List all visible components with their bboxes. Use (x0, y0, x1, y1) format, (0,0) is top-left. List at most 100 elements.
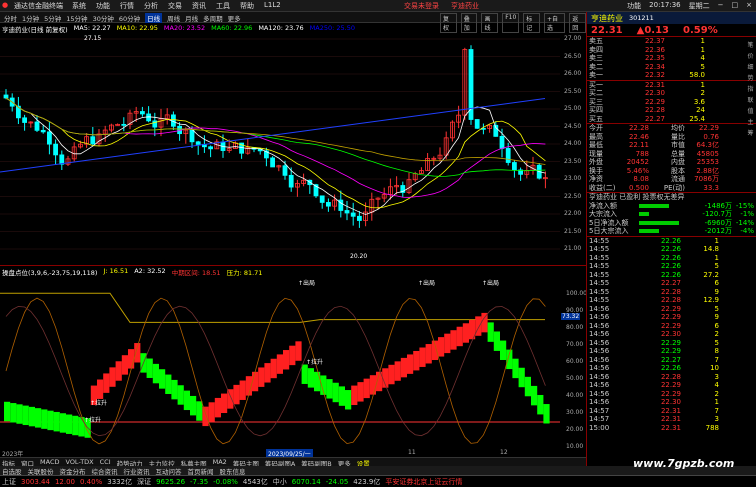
side-tab[interactable]: 势 (745, 73, 756, 82)
side-tab[interactable]: 价 (745, 51, 756, 60)
period-toolbar: 分时 1分钟 5分钟 15分钟 30分钟 60分钟 日线 周线 月线 多周期 更… (0, 12, 586, 33)
info-tab[interactable]: 股东信息 (220, 466, 246, 476)
function-menu[interactable]: 功能 (627, 1, 641, 11)
candle-body (208, 146, 214, 150)
side-tab[interactable]: 主 (745, 117, 756, 126)
tick-volume: 7 (714, 355, 719, 364)
quote-value: 22.11 (628, 141, 649, 150)
menu-item[interactable]: 工具 (216, 1, 230, 11)
candle-body (270, 157, 276, 168)
tick-time: 14:57 (589, 406, 610, 415)
side-tab[interactable]: 筹 (745, 128, 756, 137)
indicator-bar (152, 363, 159, 384)
indicator-bar (109, 367, 116, 387)
indicator-tab[interactable]: 趋势动力 (117, 458, 143, 468)
indicator-tab[interactable]: CCI (100, 458, 111, 466)
indicator-tick: 30.00 (566, 409, 584, 416)
indicator-tab[interactable]: 主力监控 (149, 458, 175, 468)
indicator-bar (456, 326, 463, 347)
indicator-tab[interactable]: 私募主图 (181, 458, 207, 468)
info-tab[interactable]: 行业资讯 (124, 466, 150, 476)
indicator-tab[interactable]: 指标 (2, 458, 15, 468)
price-tick: 21.50 (564, 227, 582, 235)
book-price: 22.37 (644, 37, 665, 46)
quote-value: 7086万 (694, 175, 719, 184)
menu-item[interactable]: 交易 (168, 1, 182, 11)
menu-item[interactable]: L1L2 (264, 1, 281, 11)
side-tab[interactable]: 值 (745, 106, 756, 115)
tick-price: 22.26 (660, 270, 681, 279)
menu-item[interactable]: 功能 (96, 1, 110, 11)
maximize-icon[interactable]: □ (732, 1, 739, 11)
info-tab[interactable]: 关联股份 (28, 466, 54, 476)
flow-pct: -1% (740, 210, 754, 219)
period-tab[interactable]: 15分钟 (66, 13, 87, 23)
flow-bar (639, 203, 669, 208)
bid-row[interactable]: 买五 22.27 25.4 (587, 115, 756, 124)
period-tab[interactable]: 月线 (185, 13, 198, 23)
tick-list[interactable]: 14:55 22.26 1 14:55 22.26 14.8 14:55 22.26 1 14:5… (587, 237, 756, 433)
indicator-tab[interactable]: 筹码副图B (301, 458, 331, 468)
indicator-tab[interactable]: VOL-TDX (65, 458, 93, 466)
tick-time: 14:55 (589, 253, 610, 262)
indicator-bar (16, 404, 23, 424)
login-status[interactable]: 交易未登录 (404, 1, 439, 11)
side-tab[interactable]: 联 (745, 95, 756, 104)
menu-item[interactable]: 资讯 (192, 1, 206, 11)
menu-item[interactable]: 帮助 (240, 1, 254, 11)
chart-title: 亨迪药业(日线 前复权) (2, 26, 68, 34)
info-tab[interactable]: 自选股 (2, 466, 22, 476)
period-tab-daily[interactable]: 日线 (145, 13, 163, 23)
candle-body (189, 129, 195, 143)
watermark-text: www.7gpzb.com (633, 457, 735, 470)
stock-code: 301211 (629, 14, 654, 22)
index-value: 深证 (137, 477, 152, 486)
menu-item[interactable]: 分析 (144, 1, 158, 11)
weekday: 星期二 (688, 2, 710, 10)
indicator-tab[interactable]: MACD (40, 458, 59, 466)
indicator-tab[interactable]: 筹码副图A (265, 458, 295, 468)
menu-item[interactable]: 系统 (72, 1, 86, 11)
side-tab[interactable]: 笔 (745, 40, 756, 49)
price-tick: 23.50 (564, 157, 582, 165)
side-tab[interactable]: 细 (745, 62, 756, 71)
period-tab[interactable]: 60分钟 (119, 13, 140, 23)
indicator-tab[interactable]: 筹码主图 (233, 458, 259, 468)
info-tab[interactable]: 资金分布 (60, 466, 86, 476)
period-tab[interactable]: 多周期 (203, 13, 223, 23)
indicator-tab[interactable]: 更多 (338, 458, 351, 468)
index-value: 上证 (2, 477, 16, 486)
quote-row: 收益(二) 0.500 PE(动) 33.3 (587, 184, 756, 193)
price-tick: 27.00 (564, 35, 582, 42)
indicator-bar (413, 350, 420, 371)
kline-chart[interactable]: 亨迪药业(日线 前复权) MA5: 22.27 MA10: 22.95 MA20… (0, 23, 586, 266)
period-tab[interactable]: 周线 (167, 13, 180, 23)
period-tab[interactable]: 1分钟 (22, 13, 39, 23)
ask-row[interactable]: 卖一 22.32 58.0 (587, 71, 756, 80)
menu-item[interactable]: 行情 (120, 1, 134, 11)
period-tab[interactable]: 5分钟 (44, 13, 61, 23)
close-icon[interactable]: × (746, 1, 752, 11)
indicator-tab[interactable]: 窗口 (21, 458, 34, 468)
period-tab[interactable]: 更多 (228, 13, 241, 23)
main-menu: 系统 功能 行情 分析 交易 资讯 工具 帮助 L1L2 (72, 1, 281, 11)
indicator-tab[interactable]: MA2 (213, 458, 227, 466)
side-tab[interactable]: 指 (745, 84, 756, 93)
indicator-tab[interactable]: 设置 (357, 458, 370, 468)
period-tab[interactable]: 30分钟 (93, 13, 114, 23)
indicator-bar (407, 354, 414, 374)
indicator-bar (537, 394, 544, 415)
indicator-bar (388, 364, 395, 385)
info-tab[interactable]: 首页新闻 (188, 466, 214, 476)
info-tab[interactable]: 综合资讯 (92, 466, 118, 476)
stock-name-link[interactable]: 亨迪药业 (451, 1, 479, 11)
tick-price: 22.30 (660, 398, 681, 407)
indicator-chart[interactable] (0, 266, 586, 452)
book-volume: 5 (700, 62, 705, 71)
info-tab[interactable]: 互动问答 (156, 466, 182, 476)
tick-time: 14:56 (589, 398, 610, 407)
period-tab[interactable]: 分时 (4, 13, 17, 23)
tick-volume: 3 (714, 415, 719, 424)
minimize-icon[interactable]: − (718, 1, 724, 11)
tick-price: 22.26 (660, 236, 681, 245)
